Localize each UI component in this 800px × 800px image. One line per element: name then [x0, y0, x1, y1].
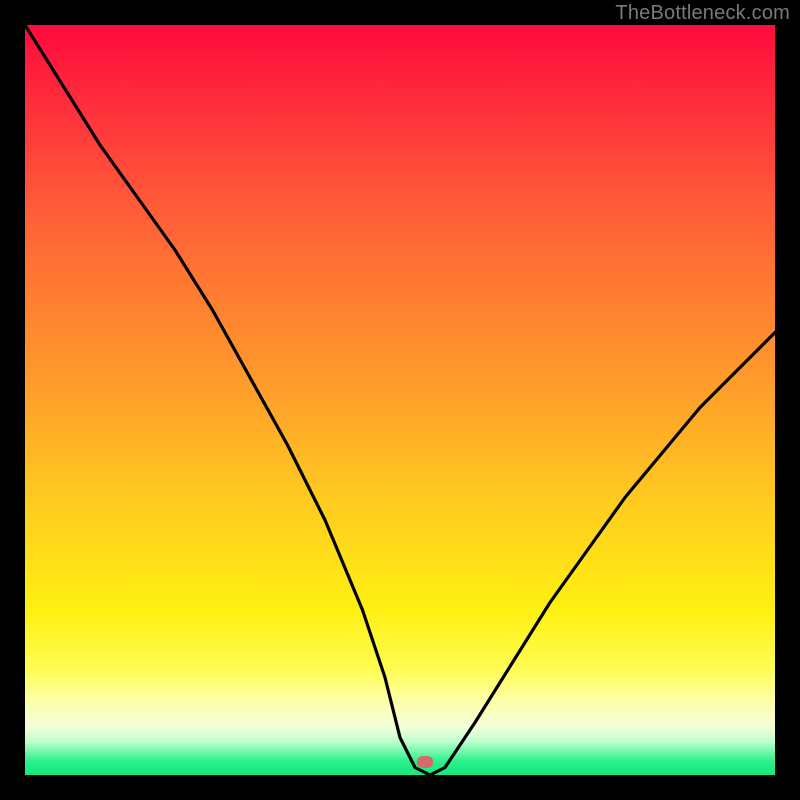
plot-area: [25, 25, 775, 775]
watermark-text: TheBottleneck.com: [615, 2, 790, 25]
bottleneck-curve: [25, 25, 775, 775]
optimal-point-marker: [417, 756, 433, 768]
chart-frame: TheBottleneck.com: [0, 0, 800, 800]
